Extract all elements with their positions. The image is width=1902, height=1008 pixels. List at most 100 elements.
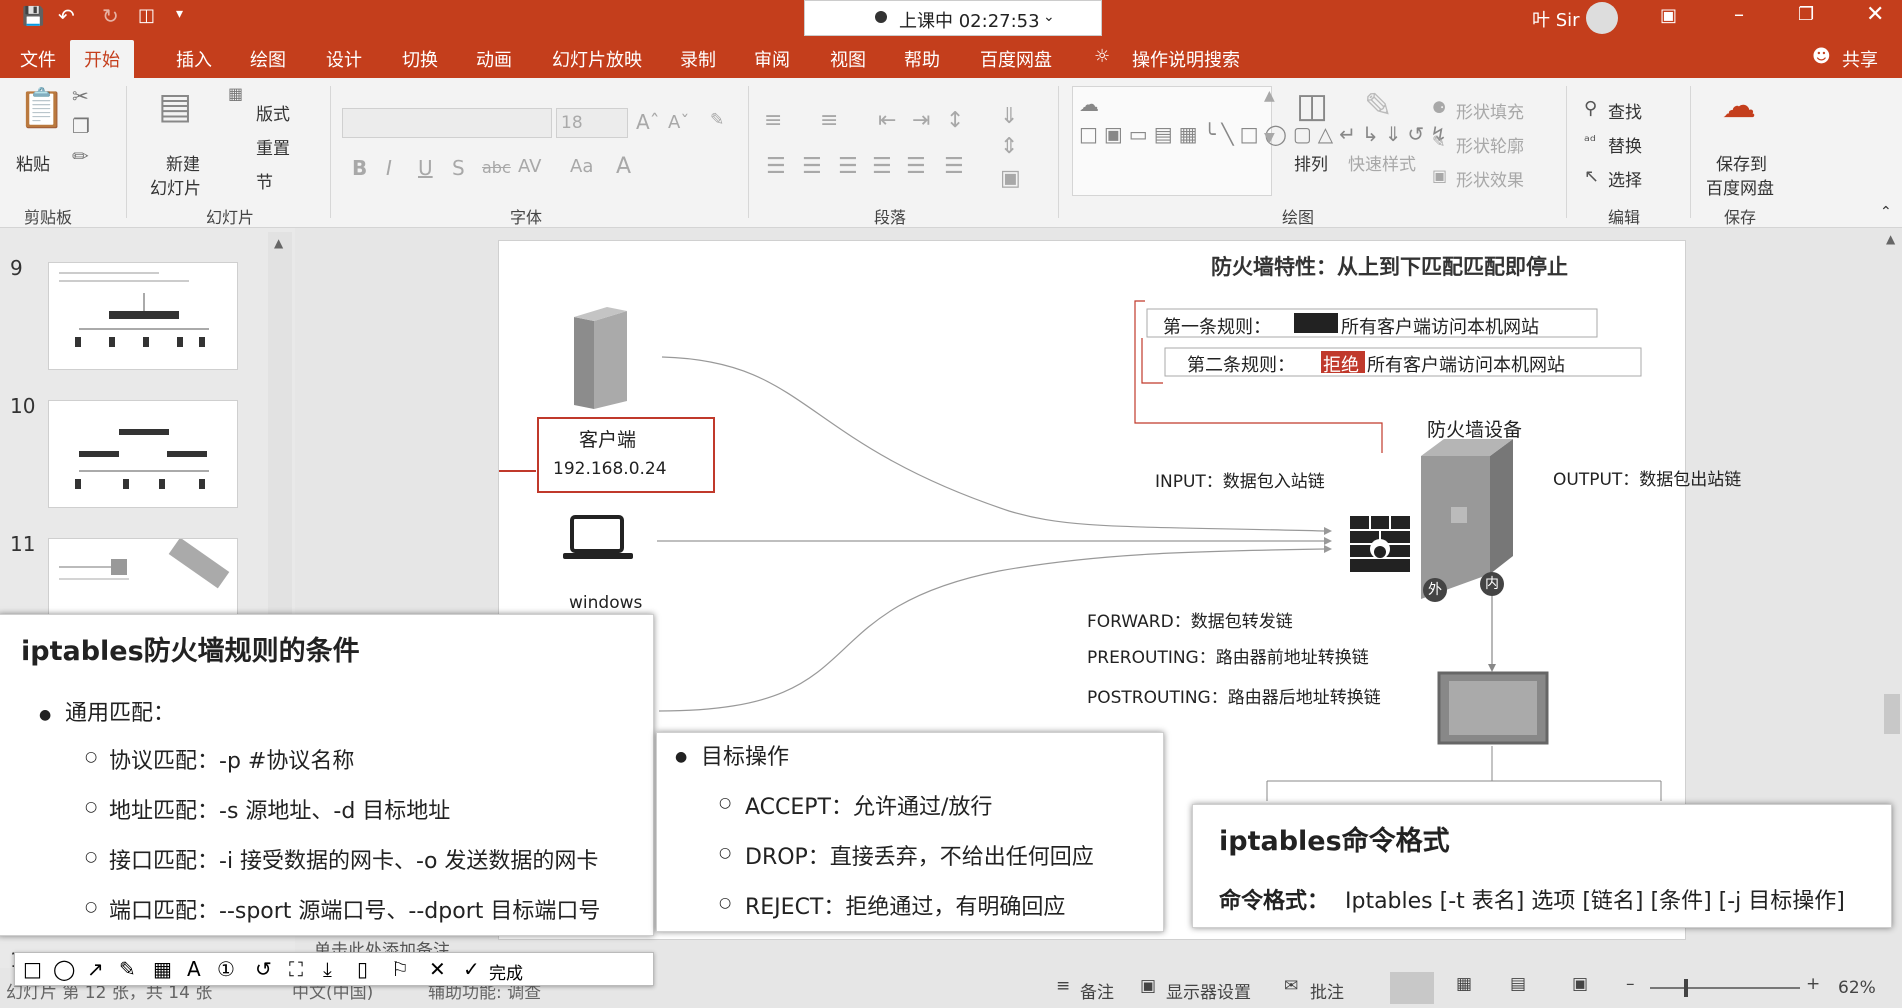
tab-review[interactable]: 审阅 <box>754 46 790 72</box>
ribbon-display-icon[interactable]: ▣ <box>1660 5 1677 26</box>
align-right-icon[interactable]: ☰ <box>838 154 858 179</box>
format-painter-icon[interactable]: ✏ <box>72 144 89 168</box>
shadow-icon[interactable]: S <box>452 156 465 180</box>
save-icon[interactable]: 💾 <box>22 6 44 27</box>
shapes-gallery[interactable]: ☁□▣▭▤▦╰╲□◯▢△↵↳⇓↺↯ <box>1072 86 1447 196</box>
arrange-icon[interactable]: ◫ <box>1296 86 1328 126</box>
redo-icon[interactable]: ↻ <box>102 4 119 28</box>
share-button[interactable]: 共享 <box>1842 46 1878 72</box>
cancel-icon[interactable]: ✕ <box>429 957 446 981</box>
baidu-label[interactable]: 百度网盘 <box>1706 174 1774 199</box>
zoom-out-icon[interactable]: – <box>1626 974 1635 994</box>
bullets-icon[interactable]: ≡ <box>764 108 782 133</box>
char-spacing-icon[interactable]: AV <box>518 156 541 177</box>
tab-design[interactable]: 设计 <box>326 46 362 72</box>
section-button[interactable]: 节 <box>256 168 273 193</box>
align-text-icon[interactable]: ⇕ <box>1000 134 1018 159</box>
copy-icon[interactable]: ❐ <box>72 114 90 138</box>
underline-icon[interactable]: U <box>418 156 433 180</box>
grow-font-icon[interactable]: Aˆ <box>636 110 660 134</box>
zoom-in-icon[interactable]: + <box>1806 974 1820 994</box>
undo-icon[interactable]: ↶ <box>58 4 75 28</box>
scroll-thumb[interactable] <box>1884 694 1900 734</box>
gallery-down-icon[interactable]: ▼ <box>1264 130 1275 146</box>
replace-button[interactable]: 替换 <box>1608 132 1642 157</box>
customize-icon[interactable]: ▾ <box>176 6 183 22</box>
smartart-icon[interactable]: ▣ <box>1000 166 1021 191</box>
zoom-slider[interactable] <box>1650 979 1800 997</box>
zoom-level[interactable]: 62% <box>1838 978 1876 998</box>
scroll-up-icon[interactable]: ▲ <box>274 236 283 250</box>
save-to-label[interactable]: 保存到 <box>1716 150 1767 175</box>
line-spacing-icon[interactable]: ↕ <box>946 108 964 133</box>
text-tool-icon[interactable]: A <box>187 957 201 981</box>
clear-format-icon[interactable]: ✎ <box>710 110 724 130</box>
done-button[interactable]: 完成 <box>489 959 523 984</box>
slide-thumbnail-9[interactable] <box>48 262 238 370</box>
display-settings-button[interactable]: 显示器设置 <box>1166 978 1251 1003</box>
new-slide-label2[interactable]: 幻灯片 <box>150 174 201 199</box>
select-button[interactable]: 选择 <box>1608 166 1642 191</box>
layout-button[interactable]: 版式 <box>256 100 290 125</box>
undo-annotation-icon[interactable]: ↺ <box>255 957 272 981</box>
strikethrough-icon[interactable]: abc <box>482 158 511 177</box>
paste-label[interactable]: 粘贴 <box>16 150 50 175</box>
normal-view-button[interactable] <box>1390 972 1434 1004</box>
tab-help[interactable]: 帮助 <box>904 46 940 72</box>
gallery-up-icon[interactable]: ▲ <box>1264 88 1275 104</box>
cut-icon[interactable]: ✂ <box>72 84 89 108</box>
tab-home[interactable]: 开始 <box>70 40 134 78</box>
tell-me-search[interactable]: 操作说明搜索 <box>1132 46 1240 72</box>
italic-icon[interactable]: I <box>386 156 392 180</box>
pin-icon[interactable]: ⚐ <box>391 957 409 981</box>
shrink-font-icon[interactable]: Aˇ <box>668 112 689 133</box>
new-slide-label[interactable]: 新建 <box>166 150 200 175</box>
justify-icon[interactable]: ☰ <box>872 154 892 179</box>
close-icon[interactable]: ✕ <box>1866 2 1884 27</box>
pen-tool-icon[interactable]: ✎ <box>119 957 136 981</box>
change-case-icon[interactable]: Aa <box>570 156 593 177</box>
tab-view[interactable]: 视图 <box>830 46 866 72</box>
tab-file[interactable]: 文件 <box>20 46 56 72</box>
slide-thumbnail-10[interactable] <box>48 400 238 508</box>
quick-style-button[interactable]: 快速样式 <box>1348 150 1416 175</box>
tab-baidu[interactable]: 百度网盘 <box>980 46 1052 72</box>
rectangle-tool-icon[interactable]: □ <box>23 957 42 981</box>
download-icon[interactable]: ⤓ <box>323 957 332 981</box>
find-button[interactable]: 查找 <box>1608 98 1642 123</box>
bold-icon[interactable]: B <box>352 156 367 180</box>
columns-icon[interactable]: ☰ <box>944 154 964 179</box>
avatar[interactable] <box>1586 2 1618 34</box>
arrange-button[interactable]: 排列 <box>1294 150 1328 175</box>
comments-button[interactable]: 批注 <box>1310 978 1344 1003</box>
new-slide-icon[interactable]: ▤ <box>158 86 192 127</box>
align-center-icon[interactable]: ☰ <box>802 154 822 179</box>
numbering-icon[interactable]: ≡ <box>820 108 838 133</box>
tab-draw[interactable]: 绘图 <box>250 46 286 72</box>
shape-fill-button[interactable]: 形状填充 <box>1456 98 1524 123</box>
shape-effect-button[interactable]: 形状效果 <box>1456 166 1524 191</box>
client-box[interactable]: 客户端 192.168.0.24 <box>537 417 715 493</box>
decrease-indent-icon[interactable]: ⇤ <box>878 108 896 133</box>
present-icon[interactable]: ◫ <box>138 5 155 26</box>
baidu-cloud-icon[interactable]: ☁ <box>1722 86 1756 126</box>
mosaic-tool-icon[interactable]: ▦ <box>153 957 172 981</box>
align-left-icon[interactable]: ☰ <box>766 154 786 179</box>
crop-icon[interactable]: ⛶ <box>289 957 303 981</box>
quick-style-icon[interactable]: ✎ <box>1364 86 1393 126</box>
arrow-tool-icon[interactable]: ↗ <box>87 957 104 981</box>
number-tool-icon[interactable]: ① <box>217 957 235 981</box>
minimize-icon[interactable]: – <box>1734 2 1744 26</box>
reset-button[interactable]: 重置 <box>256 134 290 159</box>
font-name-input[interactable] <box>342 108 552 138</box>
slide-sorter-icon[interactable]: ▦ <box>1456 974 1472 994</box>
phone-icon[interactable]: ▯ <box>357 957 368 981</box>
class-timer[interactable]: 上课中 02:27:53 ⌄ <box>804 0 1102 36</box>
slide-thumbnail-11[interactable] <box>48 537 238 618</box>
scroll-up-icon[interactable]: ▲ <box>1886 232 1895 246</box>
restore-icon[interactable]: ❐ <box>1798 4 1814 25</box>
tab-insert[interactable]: 插入 <box>176 46 212 72</box>
tab-record[interactable]: 录制 <box>680 46 716 72</box>
font-color-icon[interactable]: A <box>616 154 631 179</box>
reading-view-icon[interactable]: ▤ <box>1510 974 1526 994</box>
